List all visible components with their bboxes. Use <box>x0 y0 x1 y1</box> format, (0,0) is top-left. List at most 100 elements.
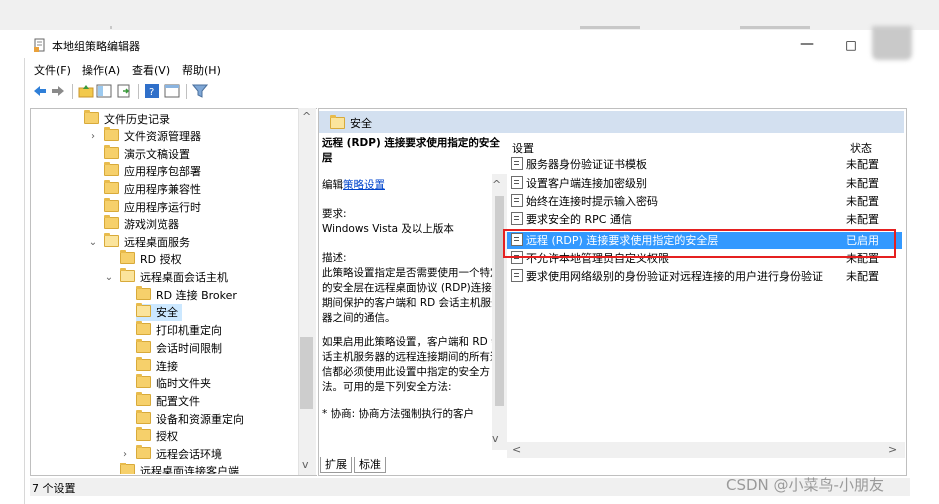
window-title: 本地组策略编辑器 <box>52 40 140 53</box>
setting-name: 设置客户端连接加密级别 <box>526 177 647 190</box>
tree-node-label: 打印机重定向 <box>156 324 222 337</box>
setting-state: 未配置 <box>846 177 879 190</box>
tree-node[interactable]: RD 授权 <box>120 250 182 268</box>
setting-row[interactable]: 要求使用网络级别的身份验证对远程连接的用户进行身份验证 未配置 <box>507 268 902 285</box>
column-header-setting[interactable]: 设置 <box>512 140 534 156</box>
tree-node[interactable]: 文件历史记录 <box>84 110 170 128</box>
setting-name: 始终在连接时提示输入密码 <box>526 195 658 208</box>
tree-node-label: 应用程序兼容性 <box>124 183 201 196</box>
tree-node[interactable]: ⌄ 远程桌面服务 <box>89 233 190 251</box>
column-header-state[interactable]: 状态 <box>850 140 872 156</box>
menu-help[interactable]: 帮助(H) <box>182 62 221 78</box>
up-folder-icon[interactable] <box>78 83 94 99</box>
tree-node[interactable]: 授权 <box>136 427 178 445</box>
tree-node[interactable]: RD 连接 Broker <box>136 286 237 304</box>
tree-expander[interactable]: ⌄ <box>104 269 114 286</box>
setting-row[interactable]: 设置客户端连接加密级别 未配置 <box>507 175 902 192</box>
tree-node-label: 远程会话环境 <box>156 448 222 461</box>
description-paragraph: * 协商: 协商方法强制执行的客户 <box>322 408 474 420</box>
tree-node[interactable]: 配置文件 <box>136 392 200 410</box>
tree-scroll-thumb[interactable] <box>300 337 313 409</box>
tree-scroll-up-arrow[interactable]: ^ <box>302 110 311 123</box>
menu-view[interactable]: 查看(V) <box>132 62 170 78</box>
tree-expander[interactable]: › <box>120 446 130 463</box>
export-list-icon[interactable] <box>116 83 132 99</box>
tab-standard[interactable]: 标准 <box>354 457 386 473</box>
tree-node-label: 应用程序运行时 <box>124 201 201 214</box>
tree-node[interactable]: 应用程序包部署 <box>104 162 201 180</box>
tree-node[interactable]: › 远程会话环境 <box>123 445 222 463</box>
tree-node-label: 演示文稿设置 <box>124 148 190 161</box>
folder-icon <box>104 127 119 141</box>
menu-action[interactable]: 操作(A) <box>82 62 120 78</box>
toolbar: ? <box>30 82 910 102</box>
tree-node[interactable]: 连接 <box>136 357 178 375</box>
maximize-button[interactable]: □ <box>836 34 866 56</box>
tree-node[interactable]: 打印机重定向 <box>136 321 222 339</box>
folder-icon <box>136 410 151 424</box>
tree-node[interactable]: 演示文稿设置 <box>104 145 190 163</box>
description-scroll-down-arrow[interactable]: v <box>492 432 499 445</box>
tree-node[interactable]: › 文件资源管理器 <box>91 127 201 145</box>
description-scroll-up-arrow[interactable]: ^ <box>492 178 501 191</box>
setting-name: 要求使用网络级别的身份验证对远程连接的用户进行身份验证 <box>526 270 823 283</box>
svg-text:?: ? <box>149 87 154 98</box>
tree-node-selected[interactable]: 安全 <box>136 303 182 321</box>
edit-policy-line: 编辑策略设置 <box>322 178 502 193</box>
tree-node-label: 临时文件夹 <box>156 377 211 390</box>
tree-node[interactable]: 游戏浏览器 <box>104 215 179 233</box>
tree-scrollbar[interactable] <box>298 108 316 475</box>
blurred-close-button[interactable] <box>872 26 912 60</box>
description-label: 描述: <box>322 252 347 264</box>
show-hide-tree-icon[interactable] <box>96 83 112 99</box>
tree-node[interactable]: 应用程序运行时 <box>104 198 201 216</box>
tree-expander[interactable]: ⌄ <box>88 234 98 251</box>
tree-node[interactable]: 临时文件夹 <box>136 374 211 392</box>
tree-node-label: 连接 <box>156 360 178 373</box>
minimize-button[interactable]: — <box>792 34 822 56</box>
description-paragraph: 此策略设置指定是否需要使用一个特定的安全层在远程桌面协议 (RDP)连接期间保护… <box>322 267 502 324</box>
tree-node-label: 远程桌面会话主机 <box>140 271 228 284</box>
tree-node-label: 远程桌面服务 <box>124 236 190 249</box>
requirements-label: 要求: <box>322 208 347 220</box>
scroll-right-arrow[interactable]: > <box>888 443 897 456</box>
description-paragraph: 如果启用此策略设置，客户端和 RD 会话主机服务器的远程连接期间的所有通信都必须… <box>322 336 502 393</box>
requirements-block: 要求: Windows Vista 及以上版本 <box>322 207 502 237</box>
tree-node[interactable]: ›远程桌面连接客户端 <box>120 463 239 474</box>
forward-arrow-icon[interactable] <box>50 83 66 99</box>
menu-file[interactable]: 文件(F) <box>34 62 71 78</box>
policy-setting-icon <box>511 212 523 225</box>
toolbar-separator <box>72 84 73 99</box>
tree-node[interactable]: 设备和资源重定向 <box>136 410 244 428</box>
details-header-title: 安全 <box>350 117 372 130</box>
description-scroll-thumb[interactable] <box>495 196 504 406</box>
setting-row[interactable]: 服务器身份验证证书模板 未配置 <box>507 156 902 173</box>
setting-state: 未配置 <box>846 158 879 171</box>
tree-expander[interactable]: › <box>88 128 98 145</box>
folder-icon <box>84 110 99 124</box>
filter-icon[interactable] <box>192 83 208 99</box>
folder-icon <box>104 180 119 194</box>
toolbar-separator <box>186 84 187 99</box>
tree-node[interactable]: 应用程序兼容性 <box>104 180 201 198</box>
tree-node-label: 授权 <box>156 430 178 443</box>
open-folder-icon <box>330 115 345 129</box>
tab-extended[interactable]: 扩展 <box>320 457 352 473</box>
edit-policy-link[interactable]: 策略设置 <box>343 179 385 191</box>
help-icon[interactable]: ? <box>144 83 160 99</box>
list-horizontal-scrollbar[interactable] <box>507 442 905 458</box>
back-arrow-icon[interactable] <box>32 83 48 99</box>
tree-node-label: 配置文件 <box>156 395 200 408</box>
setting-row[interactable]: 要求安全的 RPC 通信 未配置 <box>507 211 902 228</box>
properties-icon[interactable] <box>164 83 180 99</box>
requirements-value: Windows Vista 及以上版本 <box>322 223 454 235</box>
tree-node[interactable]: 会话时间限制 <box>136 339 222 357</box>
tree-scroll-down-arrow[interactable]: v <box>302 458 309 471</box>
policy-title: 远程 (RDP) 连接要求使用指定的安全层 <box>322 137 500 164</box>
policy-editor-app-icon <box>34 38 45 52</box>
policy-setting-icon <box>511 194 523 207</box>
setting-row[interactable]: 始终在连接时提示输入密码 未配置 <box>507 193 902 210</box>
tree-node[interactable]: ⌄ 远程桌面会话主机 <box>105 268 228 286</box>
scroll-left-arrow[interactable]: < <box>512 443 521 456</box>
tree-node-label: 文件历史记录 <box>104 113 170 126</box>
